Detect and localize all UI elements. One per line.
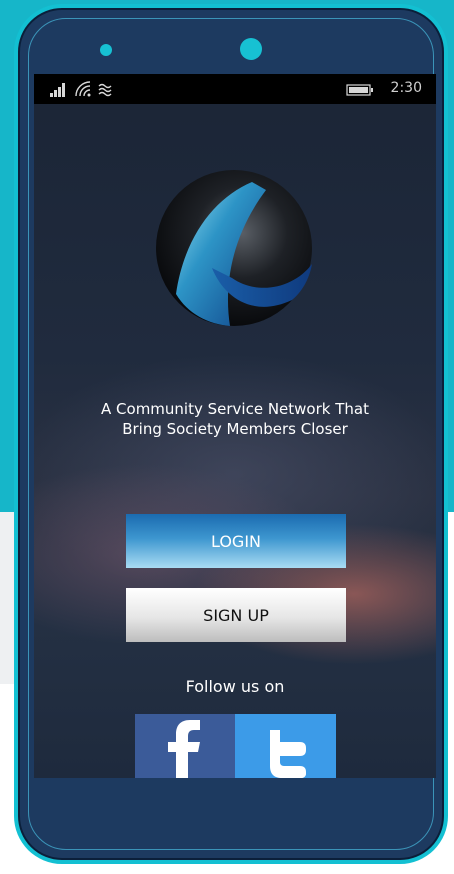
tagline-line-2: Bring Society Members Closer — [122, 420, 348, 438]
tagline-line-1: A Community Service Network That — [101, 400, 369, 418]
signup-button[interactable]: SIGN UP — [126, 588, 346, 642]
wifi-icon — [75, 81, 91, 97]
status-bar: 2:30 — [34, 74, 436, 104]
facebook-icon — [168, 720, 200, 778]
social-links — [135, 714, 336, 778]
signal-icon — [50, 83, 65, 97]
app-screen: 2:30 A Community Service Network That Br… — [34, 74, 436, 778]
login-button-label: LOGIN — [210, 531, 262, 551]
signup-button-label: SIGN UP — [203, 605, 269, 625]
status-time: 2:30 — [390, 80, 422, 96]
speaker-dot — [100, 44, 112, 56]
login-button[interactable]: LOGIN — [126, 514, 346, 568]
twitter-icon — [269, 730, 306, 778]
twitter-button[interactable] — [235, 714, 336, 778]
battery-icon — [346, 84, 373, 96]
app-logo-icon — [156, 170, 312, 326]
follow-us-label: Follow us on — [185, 677, 285, 696]
tagline: A Community Service Network That Bring S… — [34, 399, 436, 439]
facebook-button[interactable] — [135, 714, 235, 778]
network-icon — [98, 83, 112, 97]
camera-dot — [240, 38, 262, 60]
